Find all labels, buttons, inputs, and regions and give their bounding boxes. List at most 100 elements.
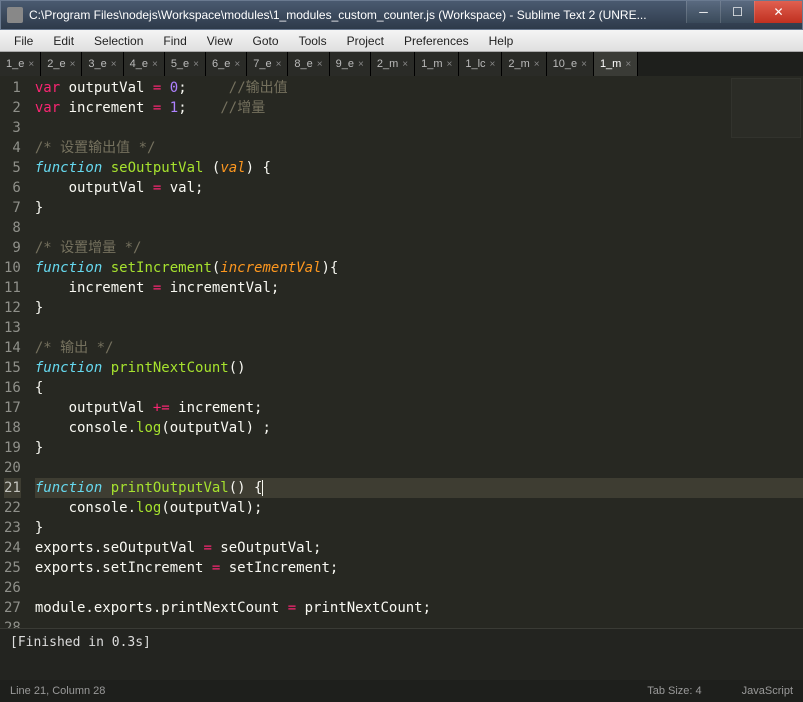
code-line[interactable]: exports.setIncrement = setIncrement; xyxy=(35,558,803,578)
tab-10[interactable]: 1_m × xyxy=(415,52,459,76)
line-number: 7 xyxy=(4,198,21,218)
code-line[interactable]: function seOutputVal (val) { xyxy=(35,158,803,178)
tab-label: 10_e xyxy=(553,58,577,70)
code-line[interactable]: increment = incrementVal; xyxy=(35,278,803,298)
app-icon xyxy=(7,7,23,23)
status-bar: Line 21, Column 28 Tab Size: 4 JavaScrip… xyxy=(0,680,803,702)
code-line[interactable]: var outputVal = 0; //输出值 xyxy=(35,78,803,98)
close-icon[interactable]: × xyxy=(276,59,282,70)
tab-9[interactable]: 2_m× xyxy=(371,52,415,76)
tab-label: 1_e xyxy=(6,58,24,70)
tab-0[interactable]: 1_e × xyxy=(0,52,41,76)
tab-8[interactable]: 9_e× xyxy=(330,52,371,76)
code-line[interactable]: /* 设置增量 */ xyxy=(35,238,803,258)
tab-label: 5_e xyxy=(171,58,189,70)
tab-1[interactable]: 2_e× xyxy=(41,52,82,76)
tab-label: 8_e xyxy=(294,58,312,70)
code-line[interactable]: function printNextCount() xyxy=(35,358,803,378)
menu-goto[interactable]: Goto xyxy=(243,32,289,50)
tab-7[interactable]: 8_e × xyxy=(288,52,329,76)
menu-preferences[interactable]: Preferences xyxy=(394,32,479,50)
menu-file[interactable]: File xyxy=(4,32,43,50)
code-line[interactable]: var increment = 1; //增量 xyxy=(35,98,803,118)
code-line[interactable]: /* 输出 */ xyxy=(35,338,803,358)
tab-11[interactable]: 1_lc× xyxy=(459,52,502,76)
code-line[interactable]: console.log(outputVal); xyxy=(35,498,803,518)
tab-bar: 1_e×2_e×3_e×4_e×5_e×6_e×7_e×8_e×9_e×2_m×… xyxy=(0,52,803,76)
menu-help[interactable]: Help xyxy=(479,32,524,50)
menu-view[interactable]: View xyxy=(197,32,243,50)
code-line[interactable] xyxy=(35,318,803,338)
line-number: 28 xyxy=(4,618,21,628)
tab-label: 2_m xyxy=(508,58,529,70)
tab-4[interactable]: 5_e × xyxy=(165,52,206,76)
editor[interactable]: 1234567891011121314151617181920212223242… xyxy=(0,76,803,628)
code-line[interactable]: outputVal = val; xyxy=(35,178,803,198)
tab-12[interactable]: 2_m × xyxy=(502,52,546,76)
line-number: 27 xyxy=(4,598,21,618)
close-icon[interactable]: × xyxy=(490,59,496,70)
code-line[interactable]: } xyxy=(35,438,803,458)
menu-edit[interactable]: Edit xyxy=(43,32,84,50)
tab-13[interactable]: 10_e × xyxy=(547,52,594,76)
tab-6[interactable]: 7_e× xyxy=(247,52,288,76)
status-syntax[interactable]: JavaScript xyxy=(742,685,793,697)
code-line[interactable]: } xyxy=(35,198,803,218)
code-line[interactable] xyxy=(35,218,803,238)
text-cursor xyxy=(262,480,263,496)
code-line[interactable] xyxy=(35,458,803,478)
code-line[interactable] xyxy=(35,118,803,138)
tab-3[interactable]: 4_e× xyxy=(124,52,165,76)
code-line[interactable]: module.exports.printNextCount = printNex… xyxy=(35,598,803,618)
build-output-text: [Finished in 0.3s] xyxy=(10,635,151,650)
close-icon[interactable]: × xyxy=(358,59,364,70)
line-number: 23 xyxy=(4,518,21,538)
code-line[interactable]: console.log(outputVal) ; xyxy=(35,418,803,438)
menu-selection[interactable]: Selection xyxy=(84,32,153,50)
close-icon[interactable]: × xyxy=(28,59,34,70)
minimize-button[interactable]: ─ xyxy=(686,1,720,23)
code-line[interactable]: exports.seOutputVal = seOutputVal; xyxy=(35,538,803,558)
line-number: 2 xyxy=(4,98,21,118)
close-icon[interactable]: × xyxy=(446,59,452,70)
close-icon[interactable]: × xyxy=(193,59,199,70)
tab-label: 1_m xyxy=(421,58,442,70)
line-number: 18 xyxy=(4,418,21,438)
code-line[interactable] xyxy=(35,578,803,598)
window-controls: ─ ☐ ✕ xyxy=(686,1,802,29)
close-icon[interactable]: × xyxy=(111,59,117,70)
close-icon[interactable]: × xyxy=(152,59,158,70)
close-button[interactable]: ✕ xyxy=(754,1,802,23)
code-line[interactable]: } xyxy=(35,298,803,318)
tab-14[interactable]: 1_m× xyxy=(594,52,638,76)
line-number: 26 xyxy=(4,578,21,598)
close-icon[interactable]: × xyxy=(234,59,240,70)
tab-5[interactable]: 6_e× xyxy=(206,52,247,76)
close-icon[interactable]: × xyxy=(317,59,323,70)
line-number: 19 xyxy=(4,438,21,458)
code-line[interactable]: function printOutputVal() { xyxy=(35,478,803,498)
close-icon[interactable]: × xyxy=(70,59,76,70)
menu-project[interactable]: Project xyxy=(337,32,394,50)
line-number: 11 xyxy=(4,278,21,298)
status-cursor-position[interactable]: Line 21, Column 28 xyxy=(10,685,647,697)
code-line[interactable]: function setIncrement(incrementVal){ xyxy=(35,258,803,278)
tab-2[interactable]: 3_e× xyxy=(82,52,123,76)
maximize-button[interactable]: ☐ xyxy=(720,1,754,23)
code-line[interactable]: outputVal += increment; xyxy=(35,398,803,418)
code-line[interactable]: } xyxy=(35,518,803,538)
code-line[interactable]: { xyxy=(35,378,803,398)
close-icon[interactable]: × xyxy=(625,59,631,70)
line-number: 6 xyxy=(4,178,21,198)
code-line[interactable]: /* 设置输出值 */ xyxy=(35,138,803,158)
status-tab-size[interactable]: Tab Size: 4 xyxy=(647,685,701,697)
minimap[interactable] xyxy=(731,78,801,138)
menu-find[interactable]: Find xyxy=(153,32,196,50)
line-number: 9 xyxy=(4,238,21,258)
close-icon[interactable]: × xyxy=(534,59,540,70)
close-icon[interactable]: × xyxy=(402,59,408,70)
close-icon[interactable]: × xyxy=(581,59,587,70)
code-line[interactable] xyxy=(35,618,803,628)
menu-tools[interactable]: Tools xyxy=(289,32,337,50)
code-area[interactable]: var outputVal = 0; //输出值var increment = … xyxy=(31,76,803,628)
